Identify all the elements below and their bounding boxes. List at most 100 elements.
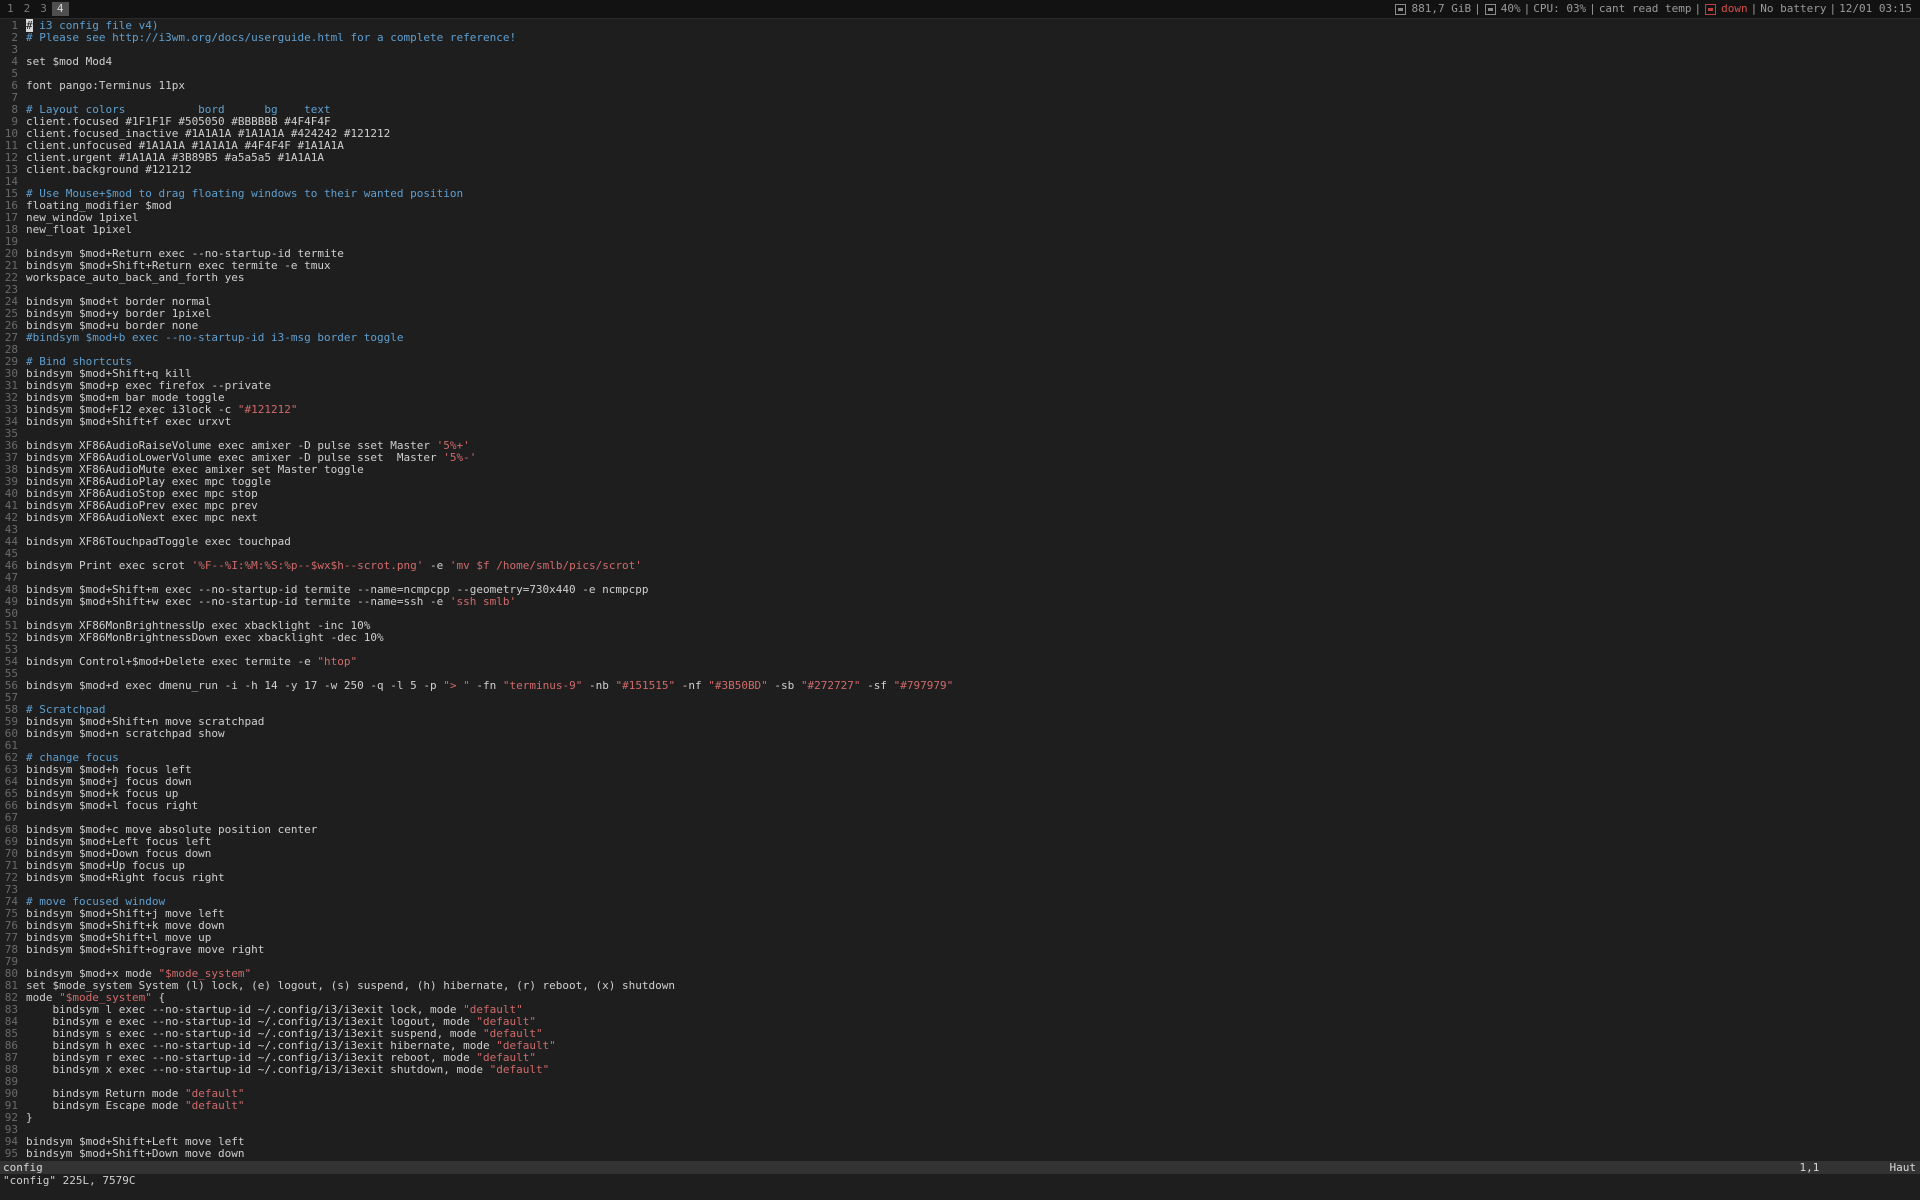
vim-statusline: config 1,1 Haut — [0, 1161, 1920, 1174]
code-line[interactable]: 16 floating_modifier $mod — [0, 200, 1920, 212]
line-text: bindsym $mod+n scratchpad show — [26, 727, 225, 740]
code-line[interactable]: 42 bindsym XF86AudioNext exec mpc next — [0, 512, 1920, 524]
workspace-button-4[interactable]: 4 — [51, 2, 69, 16]
code-line[interactable]: 2 # Please see http://i3wm.org/docs/userg… — [0, 32, 1920, 44]
code-line[interactable]: 78 bindsym $mod+Shift+ograve move right — [0, 944, 1920, 956]
cursor-position: 1,1 — [1799, 1160, 1820, 1174]
code-line[interactable]: 66 bindsym $mod+l focus right — [0, 800, 1920, 812]
code-line[interactable]: 72 bindsym $mod+Right focus right — [0, 872, 1920, 884]
code-line[interactable]: 73 — [0, 884, 1920, 896]
code-line[interactable]: 71 bindsym $mod+Up focus up — [0, 860, 1920, 872]
code-line[interactable]: 69 bindsym $mod+Left focus left — [0, 836, 1920, 848]
code-line[interactable]: 92} — [0, 1112, 1920, 1124]
vim-command-line[interactable]: "config" 225L, 7579C — [0, 1174, 1920, 1188]
code-line[interactable]: 22 workspace_auto_back_and_forth yes — [0, 272, 1920, 284]
code-line[interactable]: 93 — [0, 1124, 1920, 1136]
code-line[interactable]: 33 bindsym $mod+F12 exec i3lock -c "#1212… — [0, 404, 1920, 416]
code-line[interactable]: 40 bindsym XF86AudioStop exec mpc stop — [0, 488, 1920, 500]
vim-editor-buffer[interactable]: 1 # i3 config file v4) 2 # Please see http:… — [0, 19, 1920, 1162]
code-line[interactable]: 89 — [0, 1076, 1920, 1088]
code-line[interactable]: 54 bindsym Control+$mod+Delete exec termi… — [0, 656, 1920, 668]
code-line[interactable]: 3 — [0, 44, 1920, 56]
line-text: set $mod Mod4 — [26, 55, 113, 68]
code-line[interactable]: 39 bindsym XF86AudioPlay exec mpc toggle — [0, 476, 1920, 488]
code-line[interactable]: 31 bindsym $mod+p exec firefox --private — [0, 380, 1920, 392]
statusline-filename: config — [3, 1160, 43, 1174]
code-line[interactable]: 94 bindsym $mod+Shift+Left move left — [0, 1136, 1920, 1148]
workspace-button-1[interactable]: 1 — [2, 2, 19, 16]
code-line[interactable]: 81 set $mode_system System (l) lock, (e) … — [0, 980, 1920, 992]
code-line[interactable]: 34 bindsym $mod+Shift+f exec urxvt — [0, 416, 1920, 428]
line-text: bindsym $mod+Shift+ograve move right — [26, 943, 265, 956]
code-line[interactable]: 70 bindsym $mod+Down focus down — [0, 848, 1920, 860]
line-text: bindsym $mod+d exec dmenu_run -i -h 14 -… — [26, 679, 954, 692]
code-line[interactable]: 95 bindsym $mod+Shift+Down move down — [0, 1148, 1920, 1160]
code-line[interactable]: 52 bindsym XF86MonBrightnessDown exec xba… — [0, 632, 1920, 644]
code-line[interactable]: 6 font pango:Terminus 11px — [0, 80, 1920, 92]
code-line[interactable]: 56 bindsym $mod+d exec dmenu_run -i -h 14… — [0, 680, 1920, 692]
workspace-button-2[interactable]: 2 — [19, 2, 36, 16]
code-line[interactable]: 77 bindsym $mod+Shift+l move up — [0, 932, 1920, 944]
code-line[interactable]: 68 bindsym $mod+c move absolute position … — [0, 824, 1920, 836]
code-line[interactable]: 17 new_window 1pixel — [0, 212, 1920, 224]
line-text: } — [26, 1111, 33, 1124]
line-text: new_float 1pixel — [26, 223, 132, 236]
line-text: bindsym Escape mode "default" — [26, 1099, 245, 1112]
code-line[interactable]: 29 # Bind shortcuts — [0, 356, 1920, 368]
code-line[interactable]: 12 client.urgent #1A1A1A #3B89B5 #a5a5a5 … — [0, 152, 1920, 164]
code-line[interactable]: 13 client.background #121212 — [0, 164, 1920, 176]
line-text: bindsym $mod+Shift+Down move down — [26, 1147, 245, 1160]
code-line[interactable]: 65 bindsym $mod+k focus up — [0, 788, 1920, 800]
code-line[interactable]: 44 bindsym XF86TouchpadToggle exec touchp… — [0, 536, 1920, 548]
line-text: bindsym Print exec scrot '%F--%I:%M:%S:%… — [26, 559, 642, 572]
code-line[interactable]: 58 # Scratchpad — [0, 704, 1920, 716]
code-line[interactable]: 64 bindsym $mod+j focus down — [0, 776, 1920, 788]
code-line[interactable]: 90 bindsym Return mode "default" — [0, 1088, 1920, 1100]
code-line[interactable]: 59 bindsym $mod+Shift+n move scratchpad — [0, 716, 1920, 728]
code-line[interactable]: 38 bindsym XF86AudioMute exec amixer set … — [0, 464, 1920, 476]
code-line[interactable]: 63 bindsym $mod+h focus left — [0, 764, 1920, 776]
disk-icon — [1395, 3, 1407, 15]
code-line[interactable]: 57 — [0, 692, 1920, 704]
code-line[interactable]: 24 bindsym $mod+t border normal — [0, 296, 1920, 308]
code-line[interactable]: 28 — [0, 344, 1920, 356]
volume-level: 40% — [1500, 2, 1521, 15]
code-line[interactable]: 88 bindsym x exec --no-startup-id ~/.con… — [0, 1064, 1920, 1076]
battery-status: No battery — [1760, 2, 1827, 15]
code-line[interactable]: 79 — [0, 956, 1920, 968]
line-text: bindsym $mod+Right focus right — [26, 871, 225, 884]
line-text: bindsym XF86MonBrightnessDown exec xback… — [26, 631, 384, 644]
code-line[interactable]: 74 # move focused window — [0, 896, 1920, 908]
line-text: bindsym x exec --no-startup-id ~/.config… — [26, 1063, 550, 1076]
line-text: # Please see http://i3wm.org/docs/usergu… — [26, 31, 517, 44]
code-line[interactable]: 4 set $mod Mod4 — [0, 56, 1920, 68]
line-number: 95 — [4, 1147, 18, 1160]
line-text: font pango:Terminus 11px — [26, 79, 185, 92]
workspace-list: 1234 — [0, 0, 69, 18]
code-line[interactable]: 60 bindsym $mod+n scratchpad show — [0, 728, 1920, 740]
code-line[interactable]: 15 # Use Mouse+$mod to drag floating wind… — [0, 188, 1920, 200]
code-line[interactable]: 46 bindsym Print exec scrot '%F--%I:%M:%S… — [0, 560, 1920, 572]
code-line[interactable]: 75 bindsym $mod+Shift+j move left — [0, 908, 1920, 920]
code-line[interactable]: 62 # change focus — [0, 752, 1920, 764]
status-blocks: 881,7 GiB | 40% | CPU: 03% | cant read t… — [1392, 3, 1920, 15]
code-line[interactable]: 61 — [0, 740, 1920, 752]
volume-icon — [1484, 3, 1496, 15]
code-line[interactable]: 25 bindsym $mod+y border 1pixel — [0, 308, 1920, 320]
code-line[interactable]: 41 bindsym XF86AudioPrev exec mpc prev — [0, 500, 1920, 512]
code-line[interactable]: 5 — [0, 68, 1920, 80]
line-text: bindsym Control+$mod+Delete exec termite… — [26, 655, 358, 668]
code-line[interactable]: 76 bindsym $mod+Shift+k move down — [0, 920, 1920, 932]
cpu-usage: CPU: 03% — [1533, 2, 1587, 15]
line-text: client.background #121212 — [26, 163, 192, 176]
code-line[interactable]: 49 bindsym $mod+Shift+w exec --no-startup… — [0, 596, 1920, 608]
code-line[interactable]: 23 — [0, 284, 1920, 296]
code-line[interactable]: 27 #bindsym $mod+b exec --no-startup-id i… — [0, 332, 1920, 344]
line-text: workspace_auto_back_and_forth yes — [26, 271, 245, 284]
workspace-button-3[interactable]: 3 — [35, 2, 52, 16]
network-status: down — [1721, 2, 1748, 15]
code-line[interactable]: 18 new_float 1pixel — [0, 224, 1920, 236]
code-line[interactable]: 30 bindsym $mod+Shift+q kill — [0, 368, 1920, 380]
code-line[interactable]: 91 bindsym Escape mode "default" — [0, 1100, 1920, 1112]
code-line[interactable]: 21 bindsym $mod+Shift+Return exec termite… — [0, 260, 1920, 272]
